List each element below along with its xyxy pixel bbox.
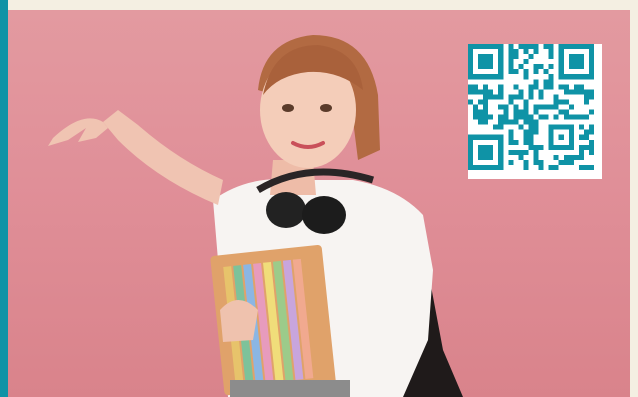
- left-eye: [282, 104, 294, 112]
- right-eye: [320, 104, 332, 112]
- photo: [8, 10, 630, 397]
- accent-bar: [0, 0, 8, 397]
- pants: [230, 380, 350, 397]
- holding-hand: [220, 300, 258, 342]
- headphone-right-cup: [302, 196, 346, 234]
- headphone-left-cup: [266, 192, 306, 228]
- qr-code: [468, 44, 602, 179]
- arm: [103, 110, 223, 205]
- page-frame: [0, 0, 638, 397]
- qr-code-icon: [468, 44, 594, 170]
- pointing-hand: [48, 118, 108, 146]
